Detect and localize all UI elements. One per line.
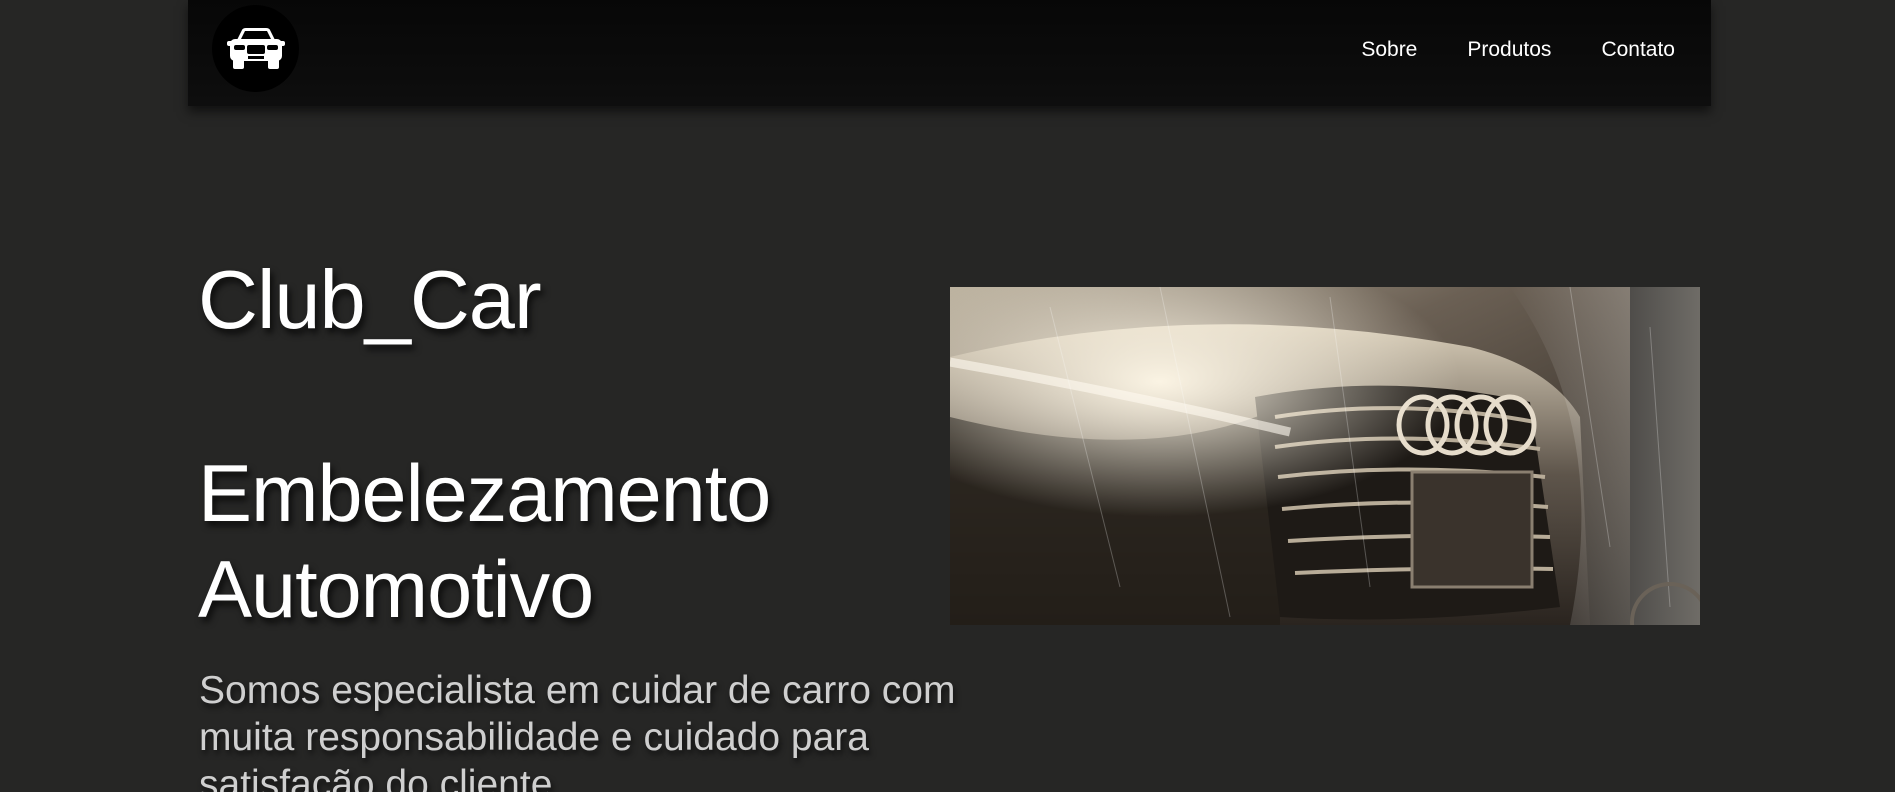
car-wash-photo bbox=[950, 287, 1700, 625]
hero-headline: Embelezamento Automotivo bbox=[198, 449, 771, 635]
nav-link-sobre[interactable]: Sobre bbox=[1361, 38, 1417, 62]
nav-links: Sobre Produtos Contato bbox=[1311, 0, 1675, 100]
hero-description: Somos especialista em cuidar de carro co… bbox=[199, 669, 956, 792]
brand-title: Club_Car bbox=[198, 253, 542, 346]
nav-link-contato[interactable]: Contato bbox=[1601, 38, 1675, 62]
page: Sobre Produtos Contato Club_Car Embeleza… bbox=[0, 0, 1895, 792]
logo[interactable] bbox=[212, 5, 299, 92]
car-front-icon bbox=[226, 27, 285, 69]
nav-link-produtos[interactable]: Produtos bbox=[1467, 38, 1551, 62]
navbar: Sobre Produtos Contato bbox=[188, 0, 1711, 106]
